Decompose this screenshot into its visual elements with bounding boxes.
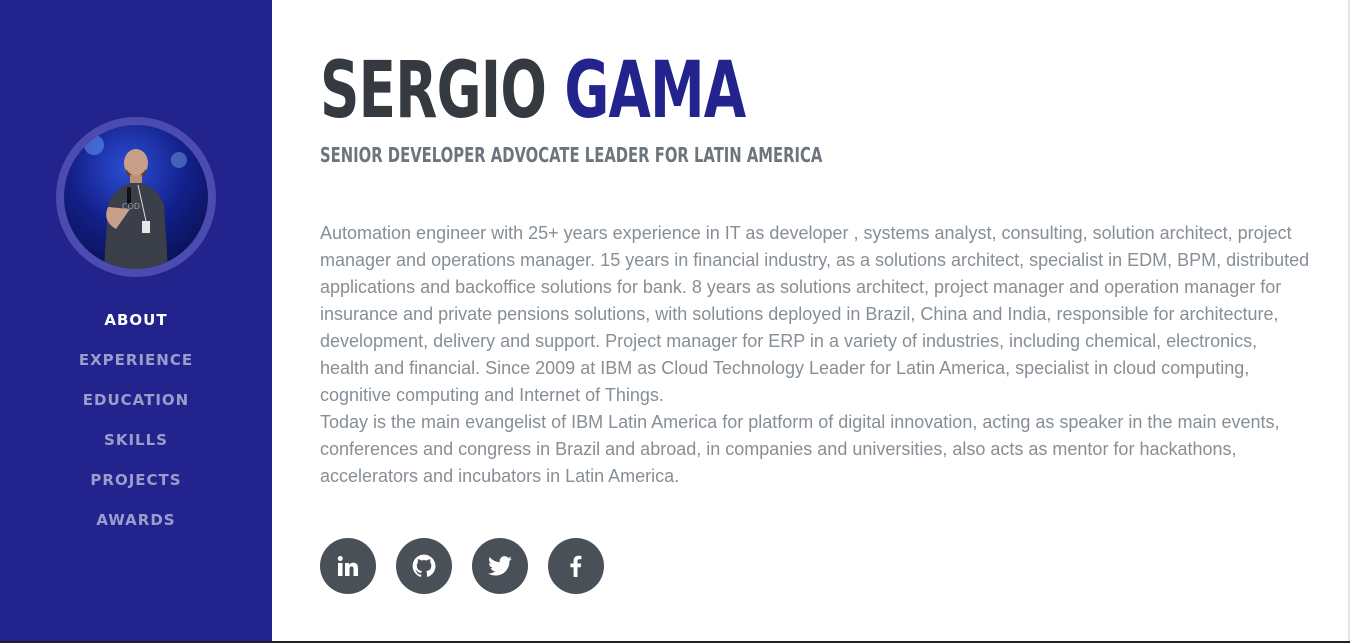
twitter-button[interactable] — [472, 538, 528, 594]
avatar: COD — [64, 125, 208, 269]
page-title: SERGIO GAMA — [320, 52, 746, 130]
nav-item-awards: AWARDS — [0, 500, 272, 540]
github-icon — [412, 554, 436, 577]
svg-text:COD: COD — [122, 202, 140, 211]
nav-link-skills[interactable]: SKILLS — [104, 431, 168, 449]
linkedin-icon — [337, 556, 358, 576]
nav-link-awards[interactable]: AWARDS — [96, 511, 175, 529]
nav-link-about[interactable]: ABOUT — [104, 311, 167, 329]
nav-item-projects: PROJECTS — [0, 460, 272, 500]
twitter-icon — [488, 556, 512, 576]
nav-link-experience[interactable]: EXPERIENCE — [79, 351, 193, 369]
nav-item-experience: EXPERIENCE — [0, 340, 272, 380]
nav-item-education: EDUCATION — [0, 380, 272, 420]
sidebar: COD ABOUT EXPERIENCE EDUCATION SKILLS PR… — [0, 0, 272, 643]
job-title: SENIOR DEVELOPER ADVOCATE LEADER FOR LAT… — [320, 143, 823, 167]
nav-link-education[interactable]: EDUCATION — [83, 391, 189, 409]
bio: Automation engineer with 25+ years exper… — [320, 220, 1310, 490]
nav-item-about: ABOUT — [0, 300, 272, 340]
facebook-icon — [570, 555, 582, 577]
github-button[interactable] — [396, 538, 452, 594]
nav-item-skills: SKILLS — [0, 420, 272, 460]
first-name: SERGIO — [320, 46, 547, 136]
bio-paragraph: Today is the main evangelist of IBM Lati… — [320, 412, 1280, 486]
profile-photo-frame: COD — [56, 117, 216, 277]
bio-paragraph: Automation engineer with 25+ years exper… — [320, 223, 1310, 405]
facebook-button[interactable] — [548, 538, 604, 594]
nav-link-projects[interactable]: PROJECTS — [90, 471, 181, 489]
last-name: GAMA — [564, 46, 746, 136]
sidebar-nav: ABOUT EXPERIENCE EDUCATION SKILLS PROJEC… — [0, 300, 272, 540]
linkedin-button[interactable] — [320, 538, 376, 594]
social-links — [320, 538, 604, 594]
